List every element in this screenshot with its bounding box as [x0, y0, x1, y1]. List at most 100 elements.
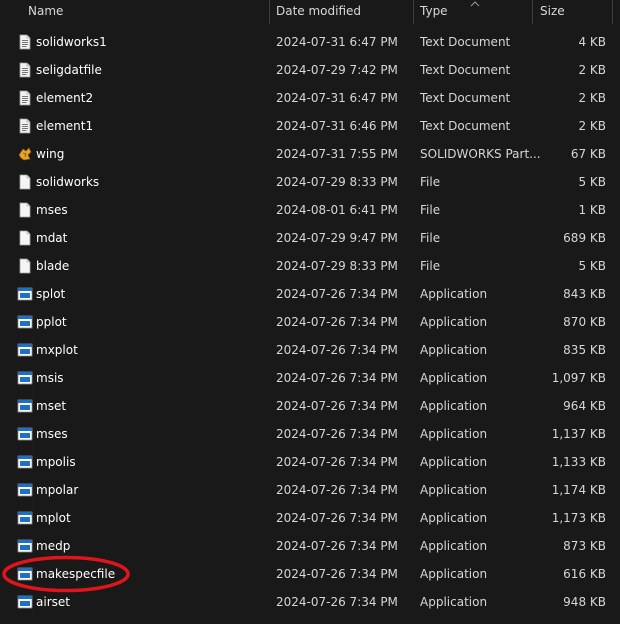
file-date-modified: 2024-07-31 6:46 PM: [276, 119, 398, 133]
file-date-modified: 2024-07-31 7:55 PM: [276, 147, 398, 161]
file-type: Application: [420, 427, 488, 441]
file-row[interactable]: splot 2024-07-26 7:34 PM Application 843 KB: [0, 280, 620, 308]
file-name: element2: [36, 91, 94, 105]
file-date-modified: 2024-07-26 7:34 PM: [276, 483, 398, 497]
file-size: 1,097 KB: [551, 371, 606, 385]
file-row[interactable]: mses 2024-07-26 7:34 PM Application 1,137 K…: [0, 420, 620, 448]
file-row[interactable]: pplot 2024-07-26 7:34 PM Application 870 KB: [0, 308, 620, 336]
file-row[interactable]: mses 2024-08-01 6:41 PM File 1 KB: [0, 196, 620, 224]
file-row[interactable]: mset 2024-07-26 7:34 PM Application 964 KB: [0, 392, 620, 420]
column-divider[interactable]: [612, 0, 613, 24]
file-row[interactable]: element1 2024-07-31 6:46 PM Text Document 2…: [0, 112, 620, 140]
file-row[interactable]: mdat 2024-07-29 9:47 PM File 689 KB: [0, 224, 620, 252]
column-divider[interactable]: [413, 0, 414, 24]
file-row[interactable]: msis 2024-07-26 7:34 PM Application 1,097 K…: [0, 364, 620, 392]
column-divider[interactable]: [269, 0, 270, 24]
application-icon: [17, 566, 33, 582]
file-name: airset: [36, 595, 70, 609]
file-size: 1,173 KB: [551, 511, 606, 525]
file-size: 964 KB: [563, 399, 606, 413]
file-date-modified: 2024-07-26 7:34 PM: [276, 399, 398, 413]
file-size: 1,174 KB: [551, 483, 606, 497]
file-name: solidworks1: [36, 35, 107, 49]
application-icon: [17, 538, 33, 554]
file-size: 1,133 KB: [551, 455, 606, 469]
file-size: 689 KB: [563, 231, 606, 245]
file-row[interactable]: wing 2024-07-31 7:55 PM SOLIDWORKS Part...…: [0, 140, 620, 168]
blank-file-icon: [17, 174, 33, 190]
file-type: Application: [420, 595, 488, 609]
column-header-size[interactable]: Size: [540, 0, 565, 22]
file-type: Text Document: [420, 119, 511, 133]
file-row[interactable]: mxplot 2024-07-26 7:34 PM Application 835 K…: [0, 336, 620, 364]
file-type: SOLIDWORKS Part...: [420, 147, 541, 161]
file-date-modified: 2024-07-26 7:34 PM: [276, 595, 398, 609]
file-size: 2 KB: [578, 91, 606, 105]
file-size: 835 KB: [563, 343, 606, 357]
application-icon: [17, 370, 33, 386]
file-size: 948 KB: [563, 595, 606, 609]
file-type: Text Document: [420, 91, 511, 105]
application-icon: [17, 342, 33, 358]
file-date-modified: 2024-07-26 7:34 PM: [276, 511, 398, 525]
file-row[interactable]: mpolar 2024-07-26 7:34 PM Application 1,174…: [0, 476, 620, 504]
file-row[interactable]: solidworks 2024-07-29 8:33 PM File 5 KB: [0, 168, 620, 196]
application-icon: [17, 398, 33, 414]
solidworks-part-icon: [17, 146, 33, 162]
file-name: mplot: [36, 511, 71, 525]
file-row[interactable]: solidworks1 2024-07-31 6:47 PM Text Docume…: [0, 28, 620, 56]
file-row[interactable]: mplot 2024-07-26 7:34 PM Application 1,173 …: [0, 504, 620, 532]
column-header-date[interactable]: Date modified: [276, 0, 361, 22]
application-icon: [17, 482, 33, 498]
text-document-icon: [17, 118, 33, 134]
file-type: Application: [420, 539, 488, 553]
file-type: Text Document: [420, 63, 511, 77]
application-icon: [17, 314, 33, 330]
file-row[interactable]: blade 2024-07-29 8:33 PM File 5 KB: [0, 252, 620, 280]
file-type: Application: [420, 567, 488, 581]
file-date-modified: 2024-07-26 7:34 PM: [276, 343, 398, 357]
file-type: Application: [420, 483, 488, 497]
file-name: msis: [36, 371, 64, 385]
text-document-icon: [17, 34, 33, 50]
file-date-modified: 2024-07-26 7:34 PM: [276, 455, 398, 469]
file-type: Text Document: [420, 35, 511, 49]
file-date-modified: 2024-07-29 7:42 PM: [276, 63, 398, 77]
file-size: 1,137 KB: [551, 427, 606, 441]
sort-caret-icon: [470, 0, 480, 7]
file-name: splot: [36, 287, 66, 301]
file-date-modified: 2024-08-01 6:41 PM: [276, 203, 398, 217]
file-name: mses: [36, 427, 68, 441]
column-header-name[interactable]: Name: [28, 0, 63, 22]
file-name: wing: [36, 147, 65, 161]
file-size: 873 KB: [563, 539, 606, 553]
application-icon: [17, 426, 33, 442]
file-size: 5 KB: [578, 175, 606, 189]
file-type: Application: [420, 287, 488, 301]
blank-file-icon: [17, 258, 33, 274]
file-row[interactable]: mpolis 2024-07-26 7:34 PM Application 1,133…: [0, 448, 620, 476]
file-row[interactable]: seligdatfile 2024-07-29 7:42 PM Text Docum…: [0, 56, 620, 84]
file-size: 67 KB: [570, 147, 606, 161]
file-size: 5 KB: [578, 259, 606, 273]
file-name: medp: [36, 539, 71, 553]
file-row[interactable]: medp 2024-07-26 7:34 PM Application 873 KB: [0, 532, 620, 560]
application-icon: [17, 454, 33, 470]
file-row[interactable]: element2 2024-07-31 6:47 PM Text Document 2…: [0, 84, 620, 112]
column-header-type[interactable]: Type: [420, 0, 448, 22]
file-date-modified: 2024-07-31 6:47 PM: [276, 35, 398, 49]
file-name: mdat: [36, 231, 68, 245]
file-date-modified: 2024-07-29 8:33 PM: [276, 259, 398, 273]
file-size: 2 KB: [578, 119, 606, 133]
file-date-modified: 2024-07-26 7:34 PM: [276, 315, 398, 329]
file-name: blade: [36, 259, 70, 273]
file-type: Application: [420, 371, 488, 385]
column-divider[interactable]: [532, 0, 533, 24]
file-row[interactable]: airset 2024-07-26 7:34 PM Application 948 K…: [0, 588, 620, 616]
file-row[interactable]: makespecfile 2024-07-26 7:34 PM Applicatio…: [0, 560, 620, 588]
file-date-modified: 2024-07-29 9:47 PM: [276, 231, 398, 245]
file-type: Application: [420, 511, 488, 525]
file-name: mxplot: [36, 343, 78, 357]
file-size: 4 KB: [578, 35, 606, 49]
file-size: 843 KB: [563, 287, 606, 301]
